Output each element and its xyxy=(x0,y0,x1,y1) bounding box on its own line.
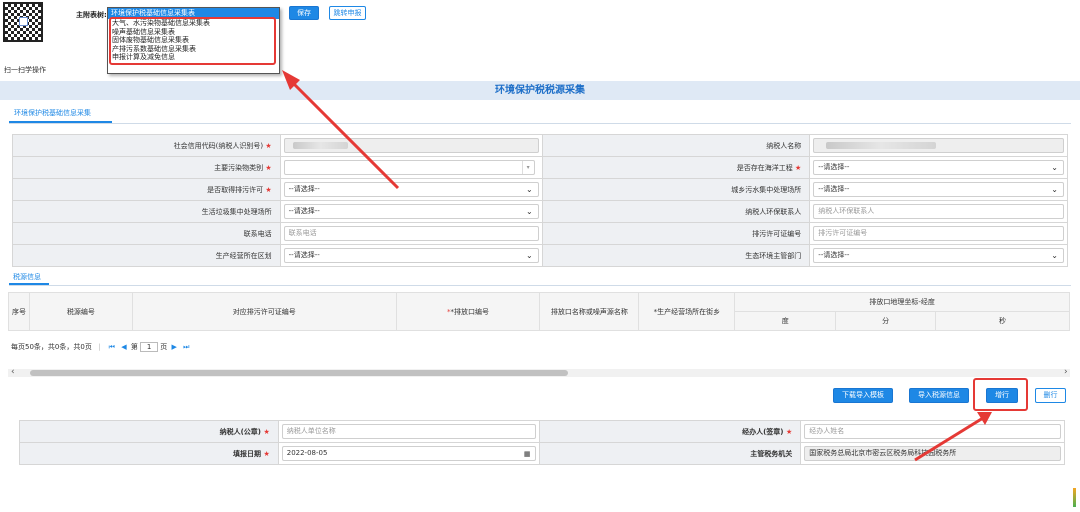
chevron-down-icon: ⌄ xyxy=(525,207,533,216)
garbage-label: 生活垃圾集中处理场所 xyxy=(201,207,272,216)
agent-input[interactable]: 经办人姓名 xyxy=(804,424,1061,439)
pager-info: 每页50条，共0条，共0页 xyxy=(11,343,92,351)
taxpayer-seal-label: 纳税人(公章) xyxy=(219,427,262,436)
page-input[interactable]: 1 xyxy=(140,342,159,352)
pagination: 每页50条，共0条，共0页 | ⏮ ◀ 第 1 页 ▶ ⏭ xyxy=(11,342,190,352)
col-seq: 序号 xyxy=(8,292,30,331)
permit-number-input[interactable]: 排污许可证编号 xyxy=(813,226,1064,241)
table-tree-label: 主附表树: xyxy=(76,11,107,19)
agent-label: 经办人(签章) xyxy=(742,427,784,436)
divider xyxy=(9,285,1071,286)
fill-date-input[interactable]: 2022-08-05 ▦ xyxy=(281,446,537,461)
prev-page-icon[interactable]: ◀ xyxy=(121,343,126,351)
taxpayer-seal-input[interactable]: 纳税人单位名称 xyxy=(281,424,537,439)
delete-row-button[interactable]: 删行 xyxy=(1035,388,1066,403)
tab-tax-source[interactable]: 税源信息 xyxy=(13,272,41,282)
ocean-label: 是否存在海洋工程 xyxy=(736,163,793,172)
annotation-highlight-box xyxy=(973,378,1028,411)
basic-info-form: 社会信用代码(纳税人识别号) ★ 纳税人名称 主要污染物类别 ★ ▾ 是否存在海… xyxy=(12,134,1068,267)
scroll-left-icon[interactable]: ‹ xyxy=(11,367,15,377)
eco-dept-label: 生态环境主管部门 xyxy=(745,251,802,260)
divider xyxy=(9,123,1071,124)
scrollbar-thumb[interactable] xyxy=(30,370,568,376)
signature-form: 纳税人(公章) ★ 纳税人单位名称 经办人(签章) ★ 经办人姓名 填报日期 ★… xyxy=(19,420,1065,465)
col-minute: 分 xyxy=(835,311,937,331)
tab-basic-info[interactable]: 环境保护税基础信息采集 xyxy=(14,108,91,118)
permit-select[interactable]: --请选择-- ⌄ xyxy=(283,182,539,197)
sewage-select[interactable]: --请选择-- ⌄ xyxy=(813,182,1064,197)
scroll-right-icon[interactable]: › xyxy=(1064,367,1068,377)
phone-input[interactable]: 联系电话 xyxy=(283,226,539,241)
phone-label: 联系电话 xyxy=(243,229,272,238)
contact-label: 纳税人环保联系人 xyxy=(745,207,802,216)
col-source-no: 税源编号 xyxy=(28,292,133,331)
col-longitude: 排放口地理坐标-经度 xyxy=(734,292,1070,312)
fill-date-label: 填报日期 xyxy=(233,449,262,458)
permit-number-label: 排污许可证编号 xyxy=(752,229,802,238)
col-outlet-name: 排放口名称或噪声源名称 xyxy=(539,292,640,331)
col-second: 秒 xyxy=(935,311,1070,331)
tax-office-field: 国家税务总局北京市密云区税务局科技园税务所 xyxy=(804,446,1061,461)
last-page-icon[interactable]: ⏭ xyxy=(183,343,189,351)
district-label: 生产经营所在区划 xyxy=(215,251,272,260)
ocean-select[interactable]: --请选择-- ⌄ xyxy=(813,160,1064,175)
chevron-down-icon: ⌄ xyxy=(1051,185,1058,194)
pollutant-select[interactable]: ▾ xyxy=(283,160,535,175)
save-button[interactable]: 保存 xyxy=(289,6,319,20)
transfer-declare-button[interactable]: 跳转申报 xyxy=(329,6,366,20)
chevron-down-icon: ⌄ xyxy=(1051,251,1058,260)
scan-label: 扫一扫学操作 xyxy=(4,66,46,74)
taxpayer-name-label: 纳税人名称 xyxy=(766,141,802,150)
col-outlet-no: **排放口编号 xyxy=(395,292,541,331)
taxpayer-name-field xyxy=(813,138,1064,153)
col-permit-no: 对应排污许可证编号 xyxy=(131,292,397,331)
contact-input[interactable]: 纳税人环保联系人 xyxy=(813,204,1064,219)
col-degree: 度 xyxy=(734,311,837,331)
calendar-icon[interactable]: ▦ xyxy=(524,448,531,461)
qr-logo-icon xyxy=(19,17,28,26)
garbage-select[interactable]: --请选择-- ⌄ xyxy=(283,204,539,219)
sewage-label: 城乡污水集中处理场所 xyxy=(731,185,802,194)
permit-label: 是否取得排污许可 xyxy=(207,185,264,194)
tax-source-grid: 序号 税源编号 对应排污许可证编号 **排放口编号 排放口名称或噪声源名称 *生… xyxy=(8,292,1070,331)
tax-office-label: 主管税务机关 xyxy=(750,449,793,458)
download-template-button[interactable]: 下载导入模板 xyxy=(833,388,893,403)
pollutant-label: 主要污染物类别 xyxy=(214,163,264,172)
chevron-down-icon: ⌄ xyxy=(1051,163,1058,172)
eco-dept-select[interactable]: --请选择-- ⌄ xyxy=(813,248,1064,263)
credit-code-label: 社会信用代码(纳税人识别号) xyxy=(173,141,264,150)
status-indicator xyxy=(1073,488,1076,507)
next-page-icon[interactable]: ▶ xyxy=(172,343,177,351)
district-select[interactable]: --请选择-- ⌄ xyxy=(283,248,539,263)
annotation-highlight-box xyxy=(109,17,276,65)
caret-down-icon: ▾ xyxy=(521,161,534,174)
page-title: 环境保护税税源采集 xyxy=(0,81,1080,100)
chevron-down-icon: ⌄ xyxy=(525,185,533,194)
credit-code-field xyxy=(283,138,539,153)
chevron-down-icon: ⌄ xyxy=(525,251,533,260)
import-source-button[interactable]: 导入税源信息 xyxy=(909,388,969,403)
first-page-icon[interactable]: ⏮ xyxy=(109,343,115,351)
col-street: *生产经营场所在街乡 xyxy=(638,292,736,331)
